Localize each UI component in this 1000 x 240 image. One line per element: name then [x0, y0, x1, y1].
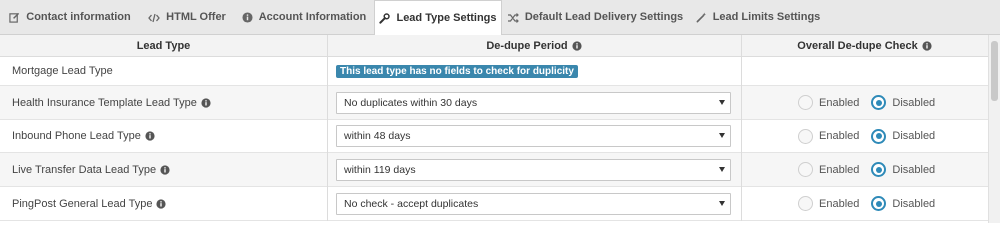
pencil-square-icon: [9, 12, 20, 23]
code-icon: [148, 13, 161, 23]
enabled-radio-label: Enabled: [819, 197, 860, 210]
tab-label: Lead Type Settings: [396, 12, 497, 24]
info-circle-icon[interactable]: [201, 97, 211, 108]
tab-account-information[interactable]: Account Information: [234, 0, 374, 35]
table-row: Mortgage Lead Type This lead type has no…: [0, 57, 988, 86]
table-row: PingPost General Lead Type No check - ac…: [0, 187, 988, 221]
disabled-radio[interactable]: [871, 95, 887, 110]
tab-contact-information[interactable]: Contact information: [0, 0, 140, 35]
scrollbar-thumb[interactable]: [991, 41, 998, 101]
wrench-icon: [379, 13, 391, 24]
info-circle-icon[interactable]: [156, 198, 167, 209]
header-overall-dedupe-check: Overall De-dupe Check: [741, 35, 988, 57]
dedupe-check-radio-group: Enabled Disabled: [798, 153, 935, 186]
tab-default-lead-delivery-settings[interactable]: Default Lead Delivery Settings: [502, 0, 688, 35]
info-circle-icon[interactable]: [572, 40, 582, 51]
dedupe-check-radio-group: Enabled Disabled: [798, 120, 935, 152]
dedupe-period-select[interactable]: No duplicates within 30 days: [336, 92, 731, 114]
enabled-radio-label: Enabled: [819, 96, 860, 109]
random-icon: [507, 12, 519, 23]
info-circle-icon[interactable]: [145, 131, 155, 141]
disabled-radio-label: Disabled: [892, 163, 936, 176]
dedupe-check-radio-group: Enabled Disabled: [798, 187, 935, 220]
enabled-radio-label: Enabled: [819, 163, 860, 176]
disabled-radio-label: Disabled: [892, 96, 936, 109]
caret-down-icon: [719, 167, 725, 172]
enabled-radio[interactable]: [798, 128, 813, 144]
info-circle-icon: [242, 12, 253, 23]
caret-down-icon: [719, 133, 725, 138]
header-dedupe-period: De-dupe Period: [327, 35, 741, 57]
header-lead-type: Lead Type: [0, 35, 327, 57]
disabled-radio[interactable]: [871, 128, 887, 144]
tab-label: Account Information: [258, 11, 367, 23]
tab-bar: Contact information HTML Offer Account I…: [0, 0, 1000, 36]
tab-label: Contact information: [26, 11, 131, 23]
tab-label: HTML Offer: [166, 11, 226, 23]
dedupe-period-select[interactable]: within 119 days: [336, 159, 731, 181]
enabled-radio[interactable]: [798, 196, 813, 211]
column-divider: [741, 35, 742, 221]
tab-lead-type-settings[interactable]: Lead Type Settings: [374, 0, 502, 36]
enabled-radio[interactable]: [798, 162, 813, 177]
lead-type-label: Mortgage Lead Type: [12, 65, 113, 77]
dedupe-period-select[interactable]: within 48 days: [336, 125, 731, 147]
info-circle-icon[interactable]: [922, 40, 932, 51]
tab-html-offer[interactable]: HTML Offer: [140, 0, 234, 35]
tab-label: Default Lead Delivery Settings: [524, 11, 684, 23]
lead-type-label: Health Insurance Template Lead Type: [12, 86, 211, 119]
disabled-radio-label: Disabled: [892, 130, 936, 142]
info-circle-icon[interactable]: [160, 164, 170, 175]
no-fields-notice: This lead type has no fields to check fo…: [336, 65, 578, 78]
table-row: Live Transfer Data Lead Type within 119 …: [0, 153, 988, 187]
tab-lead-limits-settings[interactable]: Lead Limits Settings: [688, 0, 828, 35]
column-divider: [327, 35, 328, 221]
enabled-radio[interactable]: [798, 95, 813, 110]
disabled-radio[interactable]: [871, 196, 887, 211]
magic-wand-icon: [696, 12, 707, 23]
table-row: Inbound Phone Lead Type within 48 days E…: [0, 120, 988, 153]
disabled-radio-label: Disabled: [892, 197, 936, 210]
enabled-radio-label: Enabled: [819, 130, 860, 142]
tab-label: Lead Limits Settings: [712, 11, 821, 23]
vertical-scrollbar[interactable]: [988, 35, 1000, 223]
lead-type-label: PingPost General Lead Type: [12, 187, 167, 220]
disabled-radio[interactable]: [871, 162, 887, 177]
lead-type-label: Inbound Phone Lead Type: [12, 120, 155, 152]
table-row: Health Insurance Template Lead Type No d…: [0, 86, 988, 120]
dedupe-period-select[interactable]: No check - accept duplicates: [336, 193, 731, 215]
dedupe-check-radio-group: Enabled Disabled: [798, 86, 935, 119]
lead-type-label: Live Transfer Data Lead Type: [12, 153, 170, 186]
caret-down-icon: [719, 201, 725, 206]
caret-down-icon: [719, 100, 725, 105]
